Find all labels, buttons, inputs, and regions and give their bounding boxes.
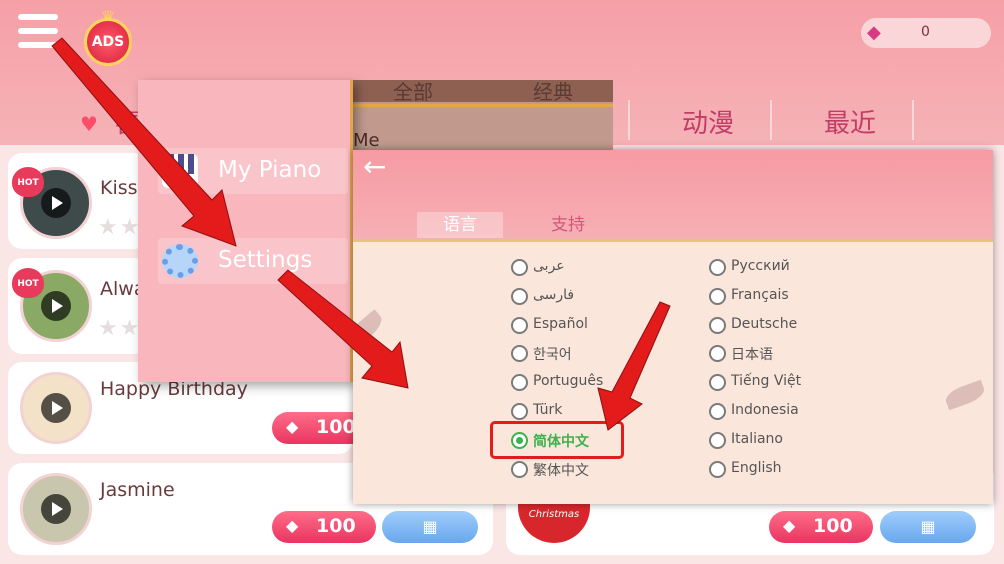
panel-tab-all[interactable]: 全部 xyxy=(393,76,433,105)
panel-tab-classic[interactable]: 经典 xyxy=(533,76,573,105)
song-thumbnail[interactable] xyxy=(20,372,92,444)
selection-highlight-box xyxy=(490,421,624,459)
tab-recent[interactable]: 最近 xyxy=(782,103,918,141)
tab-divider xyxy=(770,100,772,140)
tab-divider xyxy=(628,100,630,140)
tab-label: 语言 xyxy=(443,215,477,235)
radio-unselected[interactable] xyxy=(709,287,726,305)
radio-unselected[interactable] xyxy=(709,316,726,334)
price-value: 100 xyxy=(316,416,356,438)
side-item-label: Settings xyxy=(218,247,313,273)
song-thumbnail[interactable]: Christmas xyxy=(518,503,590,543)
language-label: Русский xyxy=(731,258,790,274)
play-icon[interactable] xyxy=(41,188,71,218)
language-label: 日本语 xyxy=(731,347,773,364)
radio-unselected[interactable] xyxy=(511,287,528,305)
gem-balance[interactable]: ◆ 0 xyxy=(861,18,991,48)
gem-icon: ◆ xyxy=(286,516,299,535)
back-arrow-icon[interactable]: ← xyxy=(363,152,393,182)
ads-button[interactable]: ♛ ADS xyxy=(80,9,136,66)
radio-unselected[interactable] xyxy=(709,403,726,420)
buy-price-button[interactable]: ◆ 100 xyxy=(272,511,376,543)
side-menu: My Piano Settings xyxy=(138,80,353,382)
gem-icon: ◆ xyxy=(286,417,299,436)
language-label: Deutsche xyxy=(731,315,798,332)
hot-badge: HOT xyxy=(12,167,44,197)
radio-unselected[interactable] xyxy=(511,316,528,334)
radio-unselected[interactable] xyxy=(511,403,528,420)
gear-icon xyxy=(162,244,198,278)
side-item-my-piano[interactable]: My Piano xyxy=(158,148,348,194)
tab-support[interactable]: 支持 xyxy=(525,212,611,238)
language-label: Tiếng Việt xyxy=(731,373,802,390)
tab-language[interactable]: 语言 xyxy=(417,212,503,238)
side-item-settings[interactable]: Settings xyxy=(158,238,348,284)
song-title: Jasmine xyxy=(100,479,175,501)
star-rating: ★★ xyxy=(98,215,142,240)
price-value: 100 xyxy=(813,515,853,537)
leaf-decoration xyxy=(943,379,987,411)
language-label: 한국어 xyxy=(533,347,572,364)
tab-label: 动漫 xyxy=(681,109,734,139)
tab-label: 最近 xyxy=(823,109,876,139)
song-title: Kiss xyxy=(100,177,138,199)
gem-plus-icon: ◆ xyxy=(867,22,881,43)
divider xyxy=(353,104,613,107)
dialog-header: ← 语言 支持 xyxy=(353,150,993,242)
ads-label: ADS xyxy=(84,18,132,66)
tab-label: 支持 xyxy=(551,215,585,235)
hamburger-menu-icon[interactable] xyxy=(18,14,58,50)
side-item-label: My Piano xyxy=(218,157,322,183)
language-label: عربى xyxy=(533,258,565,274)
watch-video-button[interactable]: ▦ xyxy=(382,511,478,543)
thumbnail-text: Christmas xyxy=(528,509,580,520)
language-label: Español xyxy=(533,315,588,332)
heart-icon: ♥ xyxy=(80,112,98,136)
tab-divider xyxy=(912,100,914,140)
radio-unselected[interactable] xyxy=(709,460,726,478)
song-thumbnail[interactable] xyxy=(20,473,92,545)
song-card[interactable]: HOT Kiss ★★ xyxy=(8,153,148,249)
radio-unselected[interactable] xyxy=(709,259,726,276)
gem-icon: ◆ xyxy=(783,516,796,535)
price-value: 100 xyxy=(316,515,356,537)
panel-tab-strip xyxy=(353,80,613,102)
play-icon[interactable] xyxy=(41,291,71,321)
language-label: 繁体中文 xyxy=(533,462,589,479)
background-panel: 全部 经典 Me xyxy=(353,80,613,152)
tab-anime[interactable]: 动漫 xyxy=(640,103,776,141)
language-label: فارسی xyxy=(533,286,575,303)
language-label: Português xyxy=(533,373,604,390)
language-label: Türk xyxy=(533,402,563,418)
radio-unselected[interactable] xyxy=(511,374,528,392)
gem-count: 0 xyxy=(921,24,930,40)
radio-unselected[interactable] xyxy=(511,259,528,276)
film-icon: ▦ xyxy=(920,517,936,536)
radio-unselected[interactable] xyxy=(709,431,726,449)
film-icon: ▦ xyxy=(422,517,438,536)
watch-video-button[interactable]: ▦ xyxy=(880,511,976,543)
language-label: English xyxy=(731,459,782,476)
language-label: Italiano xyxy=(731,430,783,447)
song-card[interactable]: HOT Alwa ★★ xyxy=(8,258,148,354)
radio-unselected[interactable] xyxy=(709,345,726,363)
radio-unselected[interactable] xyxy=(709,374,726,392)
star-rating: ★★ xyxy=(98,316,142,341)
language-label: Indonesia xyxy=(731,402,799,418)
play-icon[interactable] xyxy=(41,393,71,423)
radio-unselected[interactable] xyxy=(511,460,528,478)
language-label: Français xyxy=(731,286,789,303)
radio-unselected[interactable] xyxy=(511,345,528,363)
piano-icon xyxy=(162,154,198,188)
hot-badge: HOT xyxy=(12,268,44,298)
settings-dialog: ← 语言 支持 عربى فارسی Español 한국어 Português Türk… xyxy=(343,150,993,504)
play-icon[interactable] xyxy=(41,494,71,524)
buy-price-button[interactable]: ◆ 100 xyxy=(769,511,873,543)
panel-text: Me xyxy=(353,130,380,151)
